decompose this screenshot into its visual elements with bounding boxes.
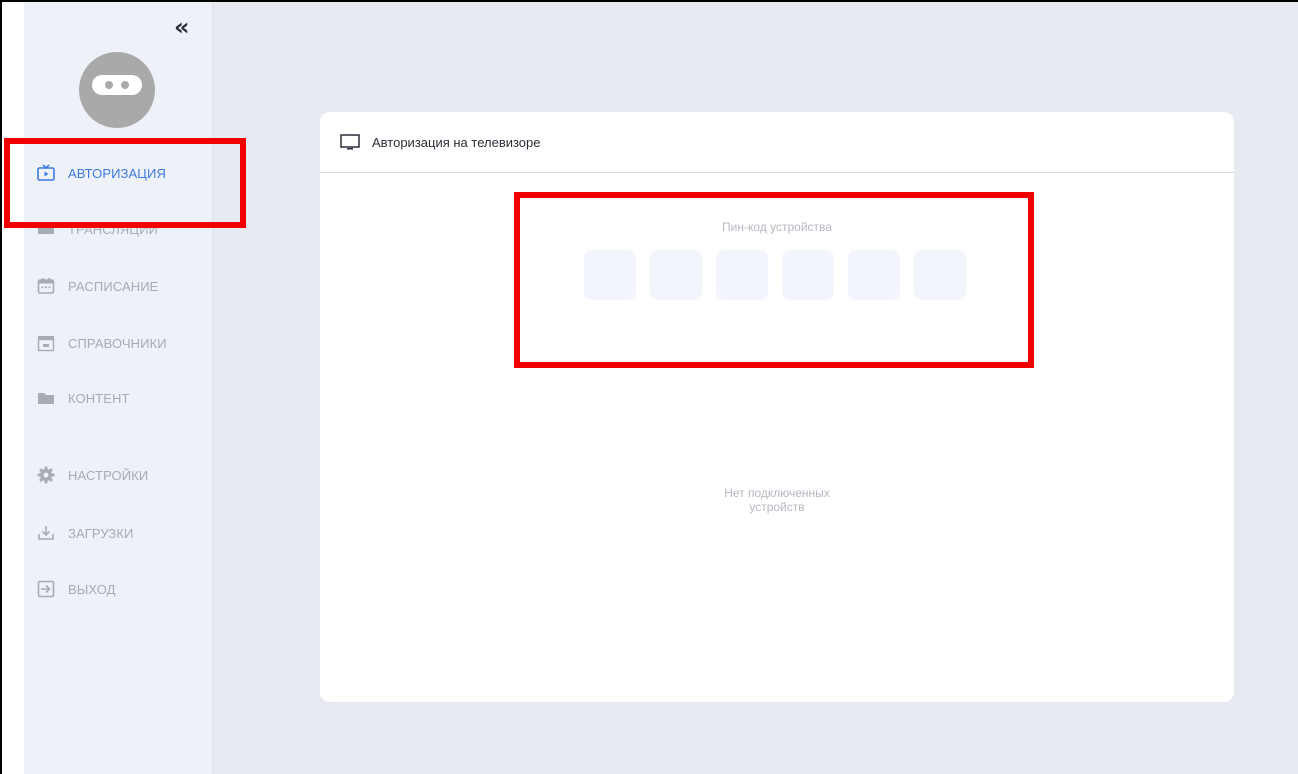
calendar-icon [36,276,56,296]
main-area: Авторизация на телевизоре Пин-код устрой… [214,2,1298,774]
avatar-eye-right [121,81,129,89]
avatar-visor [92,75,142,95]
sidebar-item-content[interactable]: КОНТЕНТ [36,387,130,409]
directory-icon [36,333,56,353]
tv-icon [340,133,360,151]
avatar[interactable] [79,52,155,128]
gear-icon [36,465,56,485]
card-title: Авторизация на телевизоре [372,134,541,150]
download-icon [36,523,56,543]
sidebar-item-directories[interactable]: СПРАВОЧНИКИ [36,332,167,354]
collapse-sidebar-icon[interactable]: « [174,15,194,39]
sidebar: « АВТОРИЗАЦИЯ ТРАНСЛЯЦИИ РАСПИСАНИЕ СПРА… [24,2,214,774]
highlight-box-sidebar [4,138,246,228]
sidebar-item-logout[interactable]: ВЫХОД [36,578,116,600]
avatar-eye-left [105,81,113,89]
no-devices-line1: Нет подключенных [724,486,830,500]
logout-icon [36,579,56,599]
sidebar-item-label: ВЫХОД [68,581,116,597]
sidebar-item-downloads[interactable]: ЗАГРУЗКИ [36,522,134,544]
sidebar-item-label: ЗАГРУЗКИ [68,525,134,541]
sidebar-item-label: СПРАВОЧНИКИ [68,335,167,351]
sidebar-item-label: НАСТРОЙКИ [68,467,149,483]
no-devices-message: Нет подключенных устройств [320,486,1234,514]
sidebar-item-schedule[interactable]: РАСПИСАНИЕ [36,275,158,297]
highlight-box-pin [514,192,1034,368]
folder-icon [36,388,56,408]
sidebar-item-label: РАСПИСАНИЕ [68,278,159,294]
sidebar-item-label: КОНТЕНТ [68,390,130,406]
no-devices-line2: устройств [749,500,805,514]
sidebar-item-settings[interactable]: НАСТРОЙКИ [36,464,148,486]
card-header: Авторизация на телевизоре [320,112,1234,173]
